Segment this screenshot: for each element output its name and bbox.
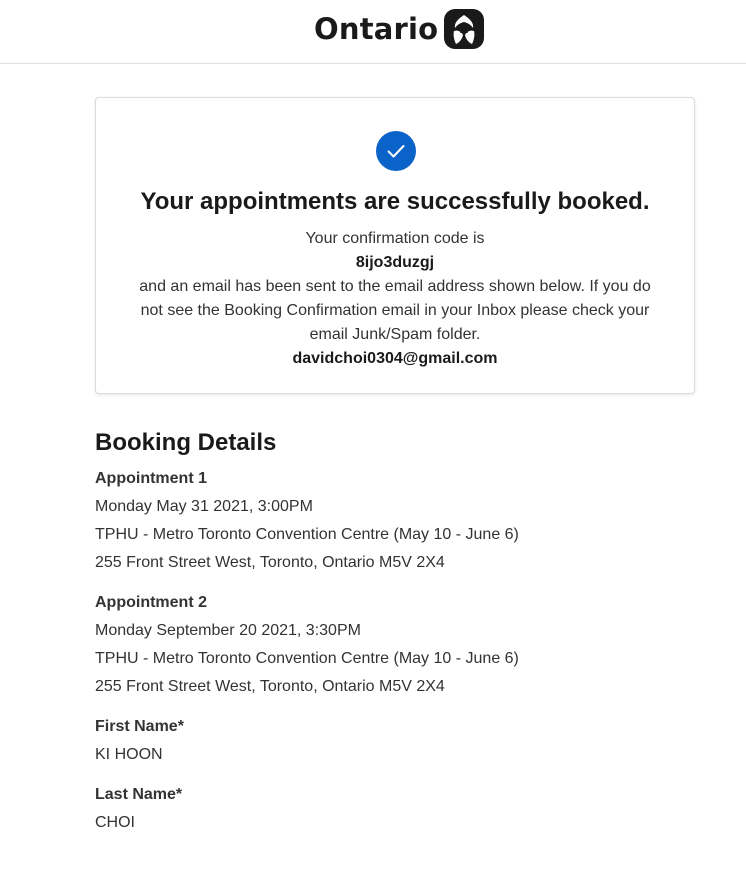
success-badge — [376, 131, 416, 171]
last-name-label: Last Name* — [95, 786, 183, 803]
appointment-2-label: Appointment 2 — [95, 594, 207, 611]
success-title: Your appointments are successfully booke… — [140, 188, 650, 215]
confirmation-message-line-2: not see the Booking Confirmation email i… — [140, 302, 650, 319]
confirmation-message: Your confirmation code is 8ijo3duzgj and… — [118, 227, 672, 371]
confirmation-code: 8ijo3duzgj — [355, 254, 435, 271]
appointment-1-address: 255 Front Street West, Toronto, Ontario … — [95, 554, 445, 571]
appointment-2-location: TPHU - Metro Toronto Convention Centre (… — [95, 650, 519, 667]
brand-name: Ontario — [314, 12, 439, 46]
confirmation-email: davidchoi0304@gmail.com — [292, 350, 498, 367]
appointment-1-label: Appointment 1 — [95, 470, 207, 487]
appointment-2-address: 255 Front Street West, Toronto, Ontario … — [95, 678, 445, 695]
appointment-2-datetime: Monday September 20 2021, 3:30PM — [95, 622, 361, 639]
confirmation-card: Your appointments are successfully booke… — [95, 97, 695, 394]
confirmation-intro: Your confirmation code is — [305, 230, 485, 247]
confirmation-message-line-1: and an email has been sent to the email … — [139, 278, 651, 295]
appointment-1-datetime: Monday May 31 2021, 3:00PM — [95, 498, 313, 515]
booking-details-title: Booking Details — [95, 429, 277, 456]
ontario-logo-link[interactable]: Ontario — [314, 9, 485, 49]
last-name-value: CHOI — [95, 814, 135, 831]
site-header: Ontario — [0, 0, 746, 64]
confirmation-message-line-3: email Junk/Spam folder. — [309, 326, 481, 343]
checkmark-icon — [387, 145, 405, 158]
ontario-trillium-icon — [444, 9, 485, 49]
first-name-label: First Name* — [95, 718, 184, 735]
first-name-value: KI HOON — [95, 746, 163, 763]
appointment-1-location: TPHU - Metro Toronto Convention Centre (… — [95, 526, 519, 543]
